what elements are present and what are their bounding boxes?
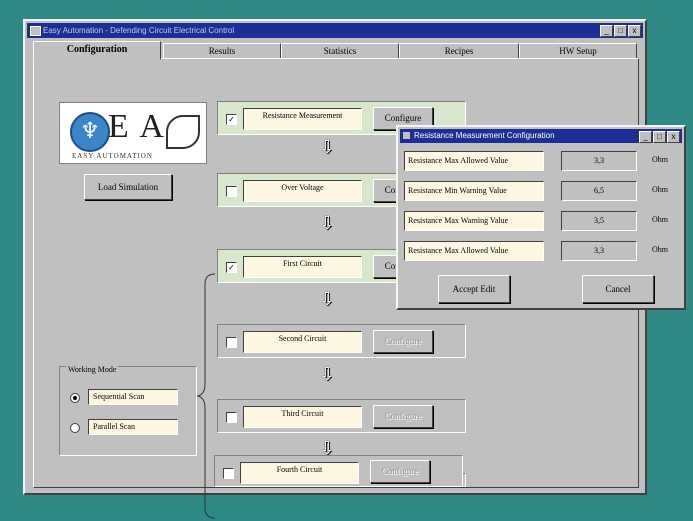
circuit-row-fourth-body: Fourth Circuit Configure	[214, 455, 463, 487]
dialog-icon	[403, 132, 410, 139]
sequential-scan-label: Sequential Scan	[88, 389, 178, 405]
company-logo: ♆ E A EASY AUTOMATION	[59, 102, 207, 164]
logo-letters: E A	[108, 108, 166, 145]
parallel-scan-label: Parallel Scan	[88, 419, 178, 435]
window-title: Easy Automation - Defending Circuit Elec…	[43, 26, 235, 35]
sequential-scan-radio[interactable]	[70, 393, 80, 403]
dialog-maximize-button[interactable]: □	[653, 131, 666, 143]
circuit-checkbox[interactable]: ✓	[226, 114, 237, 125]
minimize-button[interactable]: _	[600, 25, 613, 37]
working-mode-title: Working Mode	[66, 365, 119, 374]
dialog-minimize-button[interactable]: _	[639, 131, 652, 143]
app-icon	[30, 26, 41, 36]
config-unit: Ohm	[652, 245, 668, 254]
cancel-button[interactable]: Cancel	[582, 275, 654, 303]
circuit-name: Over Voltage	[243, 180, 362, 202]
circuit-name: Third Circuit	[243, 406, 362, 428]
circuit-name: First Circuit	[243, 256, 362, 278]
config-row: Resistance Max Allowed Value 3,3 Ohm	[404, 239, 680, 263]
config-label: Resistance Max Allowed Value	[404, 241, 544, 261]
down-arrow-icon: ⇩	[319, 289, 335, 310]
circuit-row-second: Second Circuit Configure	[217, 324, 466, 358]
title-bar[interactable]: Easy Automation - Defending Circuit Elec…	[27, 23, 643, 38]
tab-configuration[interactable]: Configuration	[33, 41, 161, 60]
load-simulation-button[interactable]: Load Simulation	[84, 174, 172, 200]
config-value-input[interactable]: 3,5	[561, 211, 637, 231]
parallel-scan-radio[interactable]	[70, 423, 80, 433]
dialog-close-button[interactable]: x	[667, 131, 680, 143]
tab-hw-setup[interactable]: HW Setup	[519, 43, 637, 59]
circuit-name: Resistance Measurement	[243, 108, 362, 130]
circuit-checkbox[interactable]	[226, 337, 237, 348]
maximize-button[interactable]: □	[614, 25, 627, 37]
circuit-row-third: Third Circuit Configure	[217, 399, 466, 433]
configure-button[interactable]: Configure	[373, 330, 433, 353]
resistance-config-dialog: Resistance Measurement Configuration _ □…	[396, 125, 686, 310]
tab-recipes[interactable]: Recipes	[399, 43, 519, 59]
tab-results[interactable]: Results	[163, 43, 281, 59]
close-button[interactable]: x	[628, 25, 641, 37]
config-row: Resistance Max Allowed Value 3,3 Ohm	[404, 149, 680, 173]
config-label: Resistance Min Warning Value	[404, 181, 544, 201]
config-label: Resistance Max Warning Value	[404, 211, 544, 231]
logo-figure-icon: ♆	[80, 118, 100, 143]
tab-bar: Configuration Results Statistics Recipes…	[33, 41, 639, 60]
tab-statistics[interactable]: Statistics	[281, 43, 399, 59]
config-row: Resistance Max Warning Value 3,5 Ohm	[404, 209, 680, 233]
config-unit: Ohm	[652, 155, 668, 164]
down-arrow-icon: ⇩	[319, 137, 335, 158]
circuit-checkbox[interactable]	[226, 412, 237, 423]
down-arrow-icon: ⇩	[319, 213, 335, 234]
circuit-name: Second Circuit	[243, 331, 362, 353]
circuit-checkbox[interactable]	[223, 468, 234, 479]
configure-button[interactable]: Configure	[370, 460, 430, 483]
config-unit: Ohm	[652, 215, 668, 224]
configure-button[interactable]: Configure	[373, 405, 433, 428]
logo-tagline: EASY AUTOMATION	[72, 152, 153, 160]
config-unit: Ohm	[652, 185, 668, 194]
config-value-input[interactable]: 6,5	[561, 181, 637, 201]
dialog-title-bar[interactable]: Resistance Measurement Configuration _ □…	[400, 129, 682, 143]
config-row: Resistance Min Warning Value 6,5 Ohm	[404, 179, 680, 203]
dialog-title: Resistance Measurement Configuration	[414, 131, 555, 140]
config-label: Resistance Max Allowed Value	[404, 151, 544, 171]
circuit-name: Fourth Circuit	[240, 462, 359, 484]
circuit-checkbox[interactable]: ✓	[226, 262, 237, 273]
working-mode-group: Working Mode Sequential Scan Parallel Sc…	[59, 365, 197, 456]
down-arrow-icon: ⇩	[319, 364, 335, 385]
circuit-checkbox[interactable]	[226, 186, 237, 197]
config-value-input[interactable]: 3,3	[561, 241, 637, 261]
accept-edit-button[interactable]: Accept Edit	[438, 275, 510, 303]
config-value-input[interactable]: 3,3	[561, 151, 637, 171]
